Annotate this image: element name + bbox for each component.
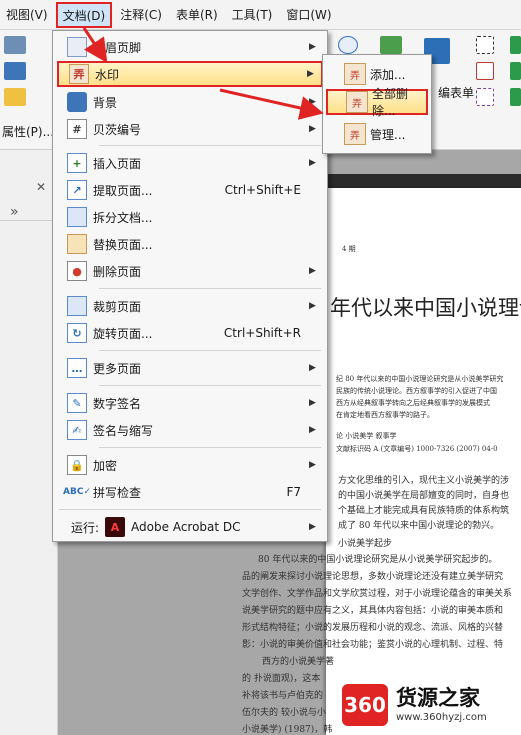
logo-360: 360 xyxy=(342,684,388,726)
annotation-arrows xyxy=(82,27,324,120)
logo-url: www.360hyzj.com xyxy=(396,712,487,723)
site-logo: 360 货源之家 www.360hyzj.com xyxy=(338,680,521,730)
arrow-to-watermark xyxy=(82,27,108,63)
logo-brand: 货源之家 xyxy=(396,686,480,710)
arrow-to-delete-all xyxy=(219,88,324,120)
